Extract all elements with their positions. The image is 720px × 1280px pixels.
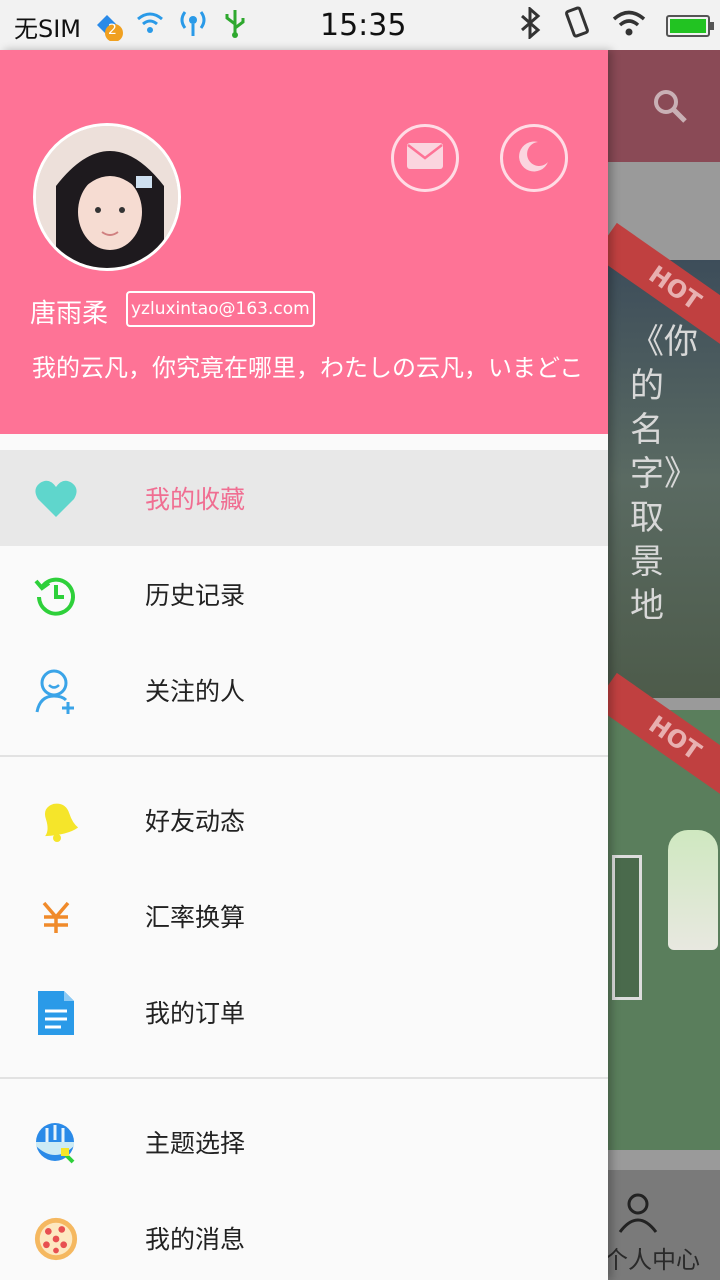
bluetooth-icon (518, 5, 542, 45)
bell-icon (33, 798, 79, 844)
person-icon[interactable] (616, 1190, 660, 1234)
username: 唐雨柔 (30, 299, 109, 329)
bottom-tab-bar: 个人中心 (608, 1170, 720, 1280)
navigation-drawer: 唐雨柔 yzluxintao@163.com 我的云凡，你究竟在哪里，わたしの云… (0, 50, 608, 1280)
menu-label: 我的收藏 (145, 485, 246, 514)
hot-card-2[interactable]: HOT (608, 672, 720, 1150)
menu-label: 好友动态 (145, 807, 246, 836)
menu-group-3: 主题选择 我的消息 (0, 1094, 608, 1280)
menu-item-exchange-rate[interactable]: 汇率换算 (0, 868, 608, 964)
menu-label: 汇率换算 (145, 903, 246, 932)
battery-icon (666, 15, 714, 37)
menu-item-following[interactable]: 关注的人 (0, 642, 608, 738)
menu-label: 我的消息 (145, 1225, 246, 1254)
menu-item-history[interactable]: 历史记录 (0, 546, 608, 642)
menu-item-favorites[interactable]: 我的收藏 (0, 450, 608, 546)
menu-item-orders[interactable]: 我的订单 (0, 964, 608, 1060)
signature-text: 我的云凡，你究竟在哪里，わたしの云凡，いまどこ (32, 354, 584, 382)
follow-user-icon (33, 668, 79, 714)
bg-app-toolbar (608, 50, 720, 162)
avatar[interactable] (33, 123, 181, 271)
history-icon (33, 572, 79, 618)
menu-item-messages[interactable]: 我的消息 (0, 1190, 608, 1280)
menu-item-friends-feed[interactable]: 好友动态 (0, 772, 608, 868)
menu-group-1: 我的收藏 历史记录 关注的人 (0, 450, 608, 738)
vibrate-icon (562, 6, 592, 46)
status-bar: 无SIM 2 15:35 (0, 0, 720, 50)
card-title: 《你的名字》取景地 (630, 322, 698, 626)
menu-item-theme[interactable]: 主题选择 (0, 1094, 608, 1190)
search-icon[interactable] (652, 88, 688, 124)
theme-icon (33, 1120, 79, 1166)
divider (0, 755, 608, 757)
moon-icon (516, 138, 552, 178)
drawer-header: 唐雨柔 yzluxintao@163.com 我的云凡，你究竟在哪里，わたしの云… (0, 50, 608, 434)
mail-button[interactable] (391, 124, 459, 192)
menu-group-2: 好友动态 汇率换算 我的订单 (0, 772, 608, 1060)
carrier-label: 无SIM (14, 14, 82, 43)
menu-label: 我的订单 (145, 999, 246, 1028)
menu-label: 关注的人 (145, 677, 246, 706)
dessert-image (668, 830, 718, 950)
menu-label: 主题选择 (145, 1129, 246, 1158)
mail-icon (406, 142, 444, 174)
tab-profile-label[interactable]: 个人中心 (608, 1240, 700, 1275)
night-mode-button[interactable] (500, 124, 568, 192)
usb-icon (221, 8, 249, 44)
clock: 15:35 (320, 8, 407, 43)
hotspot-icon (177, 8, 209, 44)
menu-label: 历史记录 (145, 581, 246, 610)
notification-badge-icon: 2 (93, 11, 124, 42)
heart-icon (33, 476, 79, 522)
divider (0, 1077, 608, 1079)
wifi-icon (612, 9, 646, 43)
card-image (612, 855, 642, 1000)
document-icon (33, 990, 79, 1036)
email-label: yzluxintao@163.com (126, 291, 315, 327)
hot-card-1[interactable]: HOT 《你的名字》取景地 (608, 222, 720, 698)
background-app: HOT 《你的名字》取景地 HOT 个人中心 (608, 50, 720, 1280)
yen-icon (33, 894, 79, 940)
wifi-small-icon (135, 9, 165, 43)
badge-count: 2 (108, 22, 117, 38)
pizza-icon (33, 1216, 79, 1262)
